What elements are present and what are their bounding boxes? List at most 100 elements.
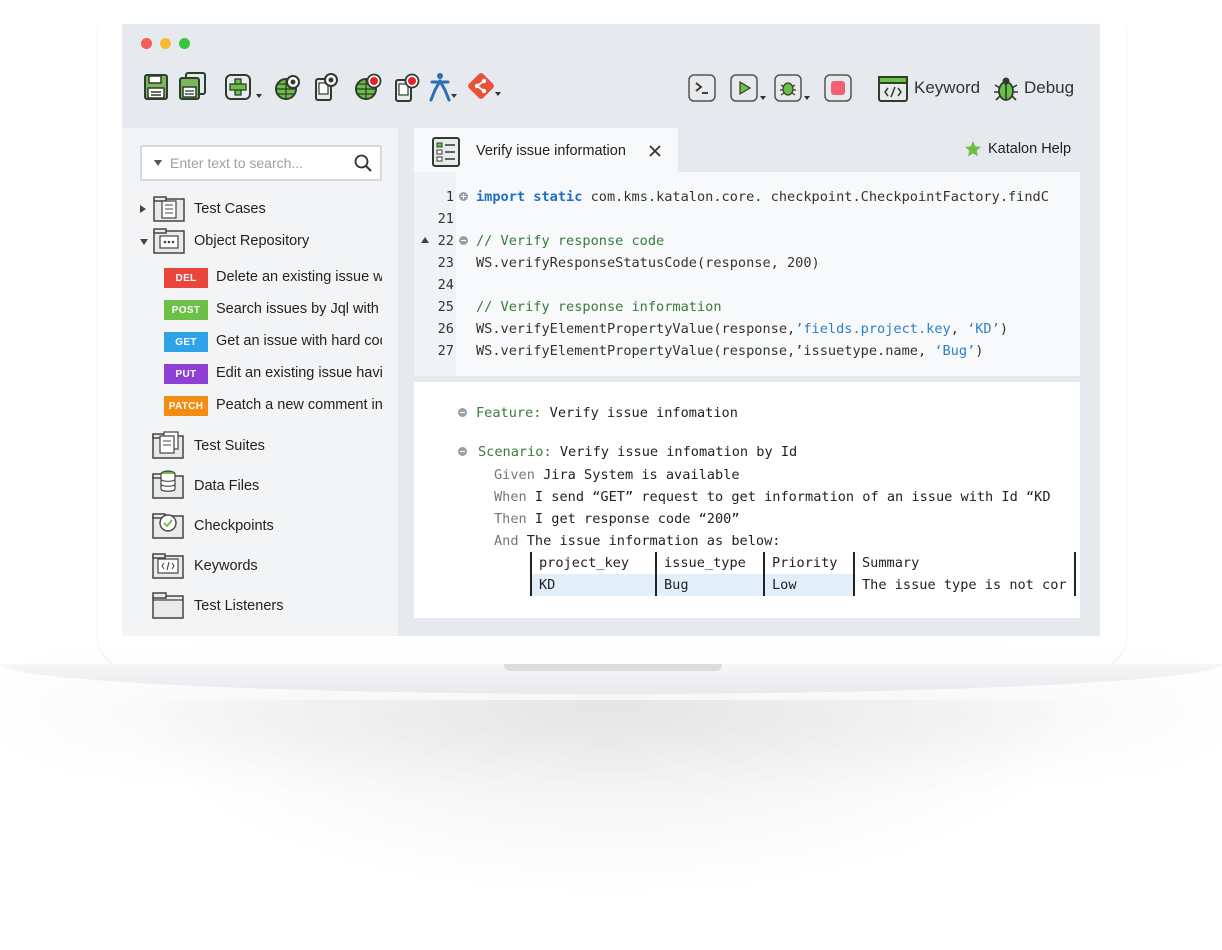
and-step: And The issue information as below: xyxy=(494,530,780,552)
close-window-button[interactable] xyxy=(141,38,152,49)
table-cell: The issue type is not cor xyxy=(853,574,1074,596)
code-text: com.kms.katalon.core. checkpoint.Checkpo… xyxy=(582,189,1049,205)
code-line-26: WS.verifyElementPropertyValue(response,’… xyxy=(476,318,1008,340)
debug-run-icon[interactable] xyxy=(774,74,802,102)
request-item-delete[interactable]: DEL Delete an existing issue wi xyxy=(122,265,398,291)
request-label: Get an issue with hard cod xyxy=(216,333,382,349)
gherkin-keyword: Then xyxy=(494,511,527,527)
data-files-folder-icon xyxy=(152,470,184,499)
tree-item-checkpoints[interactable]: Checkpoints xyxy=(122,513,398,539)
code-string: ’fields.project.key xyxy=(795,321,951,337)
request-item-get[interactable]: GET Get an issue with hard cod xyxy=(122,329,398,355)
tree-item-label: Data Files xyxy=(194,478,260,494)
tab-title: Verify issue information xyxy=(476,143,626,159)
table-cell: KD xyxy=(530,574,655,596)
request-item-put[interactable]: PUT Edit an existing issue havir xyxy=(122,361,398,387)
line-number: 25 xyxy=(437,299,454,315)
katalon-help-link[interactable]: Katalon Help xyxy=(964,138,1071,160)
search-box xyxy=(140,145,382,181)
tree-item-test-cases[interactable]: Test Cases xyxy=(122,196,398,222)
save-icon[interactable] xyxy=(144,74,168,100)
keyword-perspective-button[interactable]: Keyword xyxy=(878,74,982,104)
tree-item-object-repository[interactable]: Object Repository xyxy=(122,228,398,254)
gherkin-text: Jira System is available xyxy=(534,467,740,483)
code-line-1: import static com.kms.katalon.core. chec… xyxy=(476,186,1049,208)
collapse-feature-icon[interactable] xyxy=(458,408,467,417)
collapse-arrow-icon[interactable] xyxy=(140,239,148,245)
folder-icon xyxy=(152,592,184,619)
request-label: Peatch a new comment int xyxy=(216,397,382,413)
tree-item-test-listeners[interactable]: Test Listeners xyxy=(122,592,398,619)
bug-icon xyxy=(994,77,1018,101)
request-item-patch[interactable]: PATCH Peatch a new comment int xyxy=(122,393,398,419)
method-badge: POST xyxy=(164,300,208,320)
code-keyword: import xyxy=(476,189,526,205)
request-item-search[interactable]: POST Search issues by Jql with xyxy=(122,297,398,323)
line-number: 26 xyxy=(437,321,454,337)
code-text: ) xyxy=(999,321,1008,337)
run-dropdown-chevron-icon[interactable] xyxy=(760,96,766,100)
keyword-icon xyxy=(878,76,908,102)
jira-dropdown-chevron-icon[interactable] xyxy=(451,94,457,98)
request-label: Search issues by Jql with xyxy=(216,301,379,317)
feature-file-editor[interactable]: Feature: Verify issue infomation Scenari… xyxy=(414,382,1080,618)
code-string: ‘Bug’ xyxy=(934,343,976,359)
spy-mobile-icon[interactable] xyxy=(314,73,340,101)
git-icon[interactable] xyxy=(467,72,495,100)
record-mobile-icon[interactable] xyxy=(394,73,422,102)
table-border xyxy=(1074,574,1076,596)
code-line-27: WS.verifyElementPropertyValue(response,’… xyxy=(476,340,983,362)
expand-arrow-icon[interactable] xyxy=(140,205,146,213)
tree-item-test-suites[interactable]: Test Suites xyxy=(122,431,398,459)
feature-line: Feature: Verify issue infomation xyxy=(476,402,738,424)
search-icon[interactable] xyxy=(354,154,372,172)
then-step: Then I get response code “200” xyxy=(494,508,740,530)
expand-fold-icon[interactable] xyxy=(459,192,468,201)
stop-icon[interactable] xyxy=(824,74,852,102)
gherkin-keyword: Feature: xyxy=(476,405,542,421)
gherkin-keyword: And xyxy=(494,533,519,549)
table-cell: Low xyxy=(763,574,853,596)
tree-item-data-files[interactable]: Data Files xyxy=(122,470,398,499)
collapse-fold-icon[interactable] xyxy=(459,236,468,245)
debug-run-dropdown-chevron-icon[interactable] xyxy=(804,96,810,100)
record-web-icon[interactable] xyxy=(354,73,384,102)
search-filter-chevron-icon[interactable] xyxy=(154,160,162,166)
search-input[interactable] xyxy=(170,153,345,173)
git-dropdown-chevron-icon[interactable] xyxy=(495,92,501,96)
spy-web-icon[interactable] xyxy=(274,74,302,102)
table-header-cell: issue_type xyxy=(655,552,763,574)
minimize-window-button[interactable] xyxy=(160,38,171,49)
test-suites-folder-icon xyxy=(152,431,184,459)
method-badge: PATCH xyxy=(164,396,208,416)
star-icon xyxy=(965,141,981,157)
jira-icon[interactable] xyxy=(428,72,452,102)
new-dropdown-chevron-icon[interactable] xyxy=(256,94,262,98)
new-icon[interactable] xyxy=(225,74,253,102)
run-icon[interactable] xyxy=(730,74,758,102)
table-header-cell: Priority xyxy=(763,552,853,574)
save-all-icon[interactable] xyxy=(179,72,207,100)
terminal-icon[interactable] xyxy=(688,74,716,102)
tree-item-label: Test Suites xyxy=(194,438,265,454)
laptop-notch xyxy=(504,664,722,671)
gherkin-keyword: When xyxy=(494,489,527,505)
line-number: 1 xyxy=(445,189,454,205)
tree-item-keywords[interactable]: Keywords xyxy=(122,553,398,579)
gherkin-text: I send “GET” request to get information … xyxy=(526,489,1051,505)
script-editor[interactable]: 1 import static com.kms.katalon.core. ch… xyxy=(414,172,1080,376)
gherkin-text: Verify issue infomation by Id xyxy=(551,444,798,460)
collapse-scenario-icon[interactable] xyxy=(458,447,467,456)
request-label: Edit an existing issue havir xyxy=(216,365,382,381)
maximize-window-button[interactable] xyxy=(179,38,190,49)
line-number: 21 xyxy=(437,211,454,227)
debug-perspective-button[interactable]: Debug xyxy=(992,74,1078,104)
code-text: WS.verifyElementPropertyValue(response, xyxy=(476,321,796,337)
table-cell: Bug xyxy=(655,574,763,596)
code-string: ‘KD’ xyxy=(967,321,1000,337)
line-number: 27 xyxy=(437,343,454,359)
tab-verify-issue-information[interactable]: Verify issue information xyxy=(414,128,678,172)
test-cases-folder-icon xyxy=(153,196,185,222)
when-step: When I send “GET” request to get informa… xyxy=(494,486,1072,508)
close-tab-icon[interactable] xyxy=(648,144,662,158)
